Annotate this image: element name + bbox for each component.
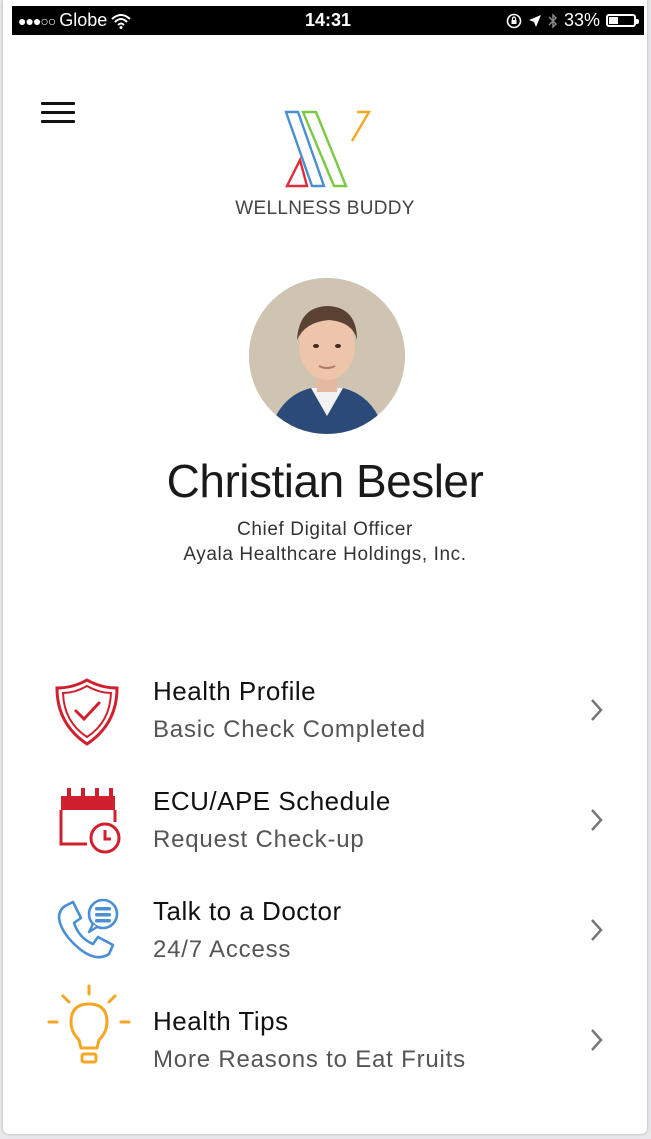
menu-item-label: Health Profile	[153, 676, 317, 706]
status-right: 33%	[506, 10, 639, 31]
chevron-right-icon	[591, 699, 603, 721]
menu-item-label: ECU/APE Schedule	[153, 786, 391, 816]
menu-item-talk-to-doctor[interactable]: Talk to a Doctor 24/7 Access	[3, 892, 647, 992]
menu-item-label: Health Tips	[153, 1006, 289, 1036]
menu-item-ecu-ape-schedule[interactable]: ECU/APE Schedule Request Check-up	[3, 782, 647, 882]
bluetooth-icon	[548, 12, 558, 29]
battery-icon	[606, 14, 639, 27]
chevron-right-icon	[591, 809, 603, 831]
menu-item-label: Talk to a Doctor	[153, 896, 342, 926]
menu-item-subtitle: Basic Check Completed	[153, 716, 426, 743]
status-bar: ●●●○○ Globe 14:31 33%	[12, 6, 644, 35]
lightbulb-icon	[47, 984, 131, 1064]
brand-name: WELLNESS BUDDY	[235, 198, 415, 219]
avatar[interactable]	[249, 278, 405, 434]
profile-title: Chief Digital Officer	[237, 519, 413, 540]
menu-item-subtitle: Request Check-up	[153, 826, 365, 853]
battery-percent: 33%	[563, 10, 600, 30]
shield-check-icon	[55, 678, 119, 746]
menu-item-health-tips[interactable]: Health Tips More Reasons to Eat Fruits	[3, 984, 647, 1102]
hamburger-menu-button[interactable]	[41, 102, 75, 128]
profile-photo	[249, 278, 405, 434]
menu-item-subtitle: More Reasons to Eat Fruits	[153, 1046, 466, 1073]
menu-item-health-profile[interactable]: Health Profile Basic Check Completed	[3, 672, 647, 772]
app-screen: ●●●○○ Globe 14:31 33% WELLNESS BUDDY Chr…	[3, 0, 647, 1134]
calendar-clock-icon	[59, 788, 121, 854]
chevron-right-icon	[591, 919, 603, 941]
location-arrow-icon	[528, 14, 541, 27]
wellness-buddy-logo	[284, 110, 372, 188]
chevron-right-icon	[591, 1029, 603, 1051]
menu-item-subtitle: 24/7 Access	[153, 936, 292, 963]
orientation-lock-icon	[506, 13, 522, 28]
profile-name: Christian Besler	[166, 455, 484, 507]
phone-chat-icon	[57, 898, 119, 959]
profile-company: Ayala Healthcare Holdings, Inc.	[183, 544, 467, 565]
